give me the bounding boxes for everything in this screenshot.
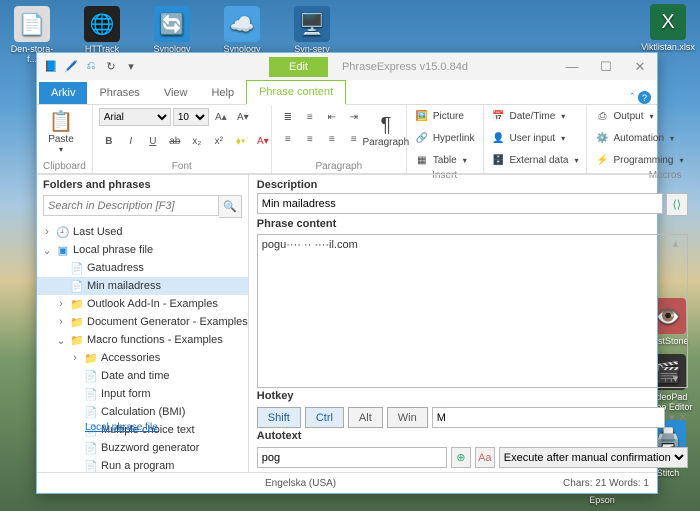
phrase-content-editor[interactable]: pogu···· ·· ····il.com ▴▾: [257, 234, 688, 388]
qat-save-icon[interactable]: 🖊️: [63, 59, 79, 75]
italic-button[interactable]: I: [121, 131, 141, 151]
shrink-font-icon[interactable]: A▾: [233, 107, 253, 127]
hotkey-dropdown-icon[interactable]: ▾: [669, 411, 675, 424]
autotext-add-icon[interactable]: ⊕: [451, 447, 471, 468]
number-list-icon[interactable]: ≡: [300, 107, 320, 127]
bold-button[interactable]: B: [99, 131, 119, 151]
externaldata-menu[interactable]: 🗄️External data▾: [490, 151, 581, 169]
font-size-select[interactable]: 10: [173, 108, 209, 126]
userinput-menu[interactable]: 👤User input▾: [490, 129, 568, 147]
description-input[interactable]: [257, 193, 663, 214]
autotext-input[interactable]: [257, 447, 447, 468]
superscript-button[interactable]: x²: [209, 131, 229, 151]
automation-menu[interactable]: ⚙️Automation▾: [593, 129, 676, 147]
qat-redo-icon[interactable]: ↻: [103, 59, 119, 75]
tree-local-phrase-file[interactable]: ⌄▣Local phrase file: [37, 241, 248, 259]
description-add-icon[interactable]: ⟨⟩: [666, 193, 688, 216]
align-justify-icon[interactable]: ≡: [344, 129, 364, 149]
status-language: Engelska (USA): [265, 478, 336, 489]
insert-table[interactable]: ▦Table▾: [413, 151, 469, 169]
scroll-up-icon[interactable]: ▴: [673, 237, 685, 250]
maximize-button[interactable]: ☐: [589, 56, 623, 78]
context-tab[interactable]: Edit: [269, 57, 328, 77]
group-paragraph-label: Paragraph: [278, 160, 400, 173]
font-color-button[interactable]: A▾: [253, 131, 273, 151]
tree-item-inputform[interactable]: 📄Input form: [37, 385, 248, 403]
group-clipboard-label: Clipboard: [43, 160, 86, 173]
hotkey-key-input[interactable]: [432, 407, 665, 428]
group-font-label: Font: [99, 160, 265, 173]
window-title: PhraseExpress v15.0.84d: [342, 61, 468, 73]
paste-button[interactable]: 📋Paste▾: [43, 107, 79, 155]
hotkey-shift[interactable]: Shift: [257, 407, 301, 428]
hotkey-clear-icon[interactable]: ✕: [679, 411, 688, 424]
grow-font-icon[interactable]: A▴: [211, 107, 231, 127]
autotext-trigger-select[interactable]: Execute after manual confirmation: [499, 447, 688, 468]
hotkey-win[interactable]: Win: [387, 407, 428, 428]
status-bar: Local phrase file Engelska (USA) Chars: …: [37, 472, 657, 493]
font-family-select[interactable]: Arial: [99, 108, 171, 126]
tree-last-used[interactable]: ›🕘Last Used: [37, 223, 248, 241]
tree-item-runprogram[interactable]: 📄Run a program: [37, 457, 248, 472]
tab-phrase-content[interactable]: Phrase content: [246, 80, 346, 105]
qat-dropdown-icon[interactable]: ▾: [123, 59, 139, 75]
tab-phrases[interactable]: Phrases: [87, 82, 151, 104]
hotkey-alt[interactable]: Alt: [348, 407, 383, 428]
highlight-button[interactable]: ⬧▾: [231, 131, 251, 151]
titlebar: 📘 🖊️ ⎌ ↻ ▾ Edit PhraseExpress v15.0.84d …: [37, 53, 657, 80]
ribbon: 📋Paste▾ Clipboard Arial 10 A▴ A▾ B I U a…: [37, 105, 657, 174]
help-icon[interactable]: ?: [638, 91, 651, 104]
status-counts: Chars: 21 Words: 1: [563, 478, 649, 489]
tree-docgen-examples[interactable]: ›📁Document Generator - Examples: [37, 313, 248, 331]
hotkey-label: Hotkey: [257, 390, 688, 402]
right-panel: Description ⟨⟩ Phrase content pogu···· ·…: [249, 175, 696, 472]
underline-button[interactable]: U: [143, 131, 163, 151]
phrase-content-label: Phrase content: [257, 218, 688, 230]
minimize-button[interactable]: —: [555, 56, 589, 78]
left-panel-title: Folders and phrases: [37, 175, 248, 195]
tree-item-datetime[interactable]: 📄Date and time: [37, 367, 248, 385]
paragraph-button[interactable]: ¶Paragraph: [368, 107, 404, 155]
hotkey-ctrl[interactable]: Ctrl: [305, 407, 344, 428]
search-icon[interactable]: 🔍: [219, 195, 242, 218]
scroll-down-icon[interactable]: ▾: [673, 372, 685, 385]
autotext-case-icon[interactable]: Aa: [475, 447, 495, 468]
qat-undo-icon[interactable]: ⎌: [83, 59, 99, 75]
insert-picture[interactable]: 🖼️Picture: [413, 107, 466, 125]
output-menu[interactable]: ⎙Output▾: [593, 107, 655, 125]
tab-help[interactable]: Help: [199, 82, 246, 104]
app-window: 📘 🖊️ ⎌ ↻ ▾ Edit PhraseExpress v15.0.84d …: [36, 52, 658, 494]
description-label: Description: [257, 179, 688, 191]
tree-item-gatuadress[interactable]: 📄Gatuadress: [37, 259, 248, 277]
search-input[interactable]: [43, 195, 219, 216]
align-right-icon[interactable]: ≡: [322, 129, 342, 149]
align-left-icon[interactable]: ≡: [278, 129, 298, 149]
ribbon-tabs: Arkiv Phrases View Help Phrase content ˆ…: [37, 80, 657, 105]
insert-hyperlink[interactable]: 🔗Hyperlink: [413, 129, 477, 147]
datetime-menu[interactable]: 📅Date/Time▾: [490, 107, 568, 125]
strike-button[interactable]: ab: [165, 131, 185, 151]
tab-view[interactable]: View: [152, 82, 200, 104]
indent-icon[interactable]: ⇥: [344, 107, 364, 127]
tree-item-min-mailadress[interactable]: 📄Min mailadress: [37, 277, 248, 295]
align-center-icon[interactable]: ≡: [300, 129, 320, 149]
desktop-icon[interactable]: XViktlistan.xlsx: [642, 4, 694, 52]
app-icon[interactable]: 📘: [43, 59, 59, 75]
programming-menu[interactable]: ⚡Programming▾: [593, 151, 685, 169]
quick-access-toolbar: 📘 🖊️ ⎌ ↻ ▾: [37, 59, 139, 75]
local-phrase-file-link[interactable]: Local phrase file: [79, 418, 164, 437]
tab-file[interactable]: Arkiv: [39, 82, 87, 104]
tree-item-buzzword[interactable]: 📄Buzzword generator: [37, 439, 248, 457]
tree-accessories[interactable]: ›📁Accessories: [37, 349, 248, 367]
bullet-list-icon[interactable]: ≣: [278, 107, 298, 127]
tree-outlook-examples[interactable]: ›📁Outlook Add-In - Examples: [37, 295, 248, 313]
close-button[interactable]: ✕: [623, 56, 657, 78]
ribbon-collapse-icon[interactable]: ˆ: [630, 92, 634, 104]
tree-macro-examples[interactable]: ⌄📁Macro functions - Examples: [37, 331, 248, 349]
subscript-button[interactable]: x₂: [187, 131, 207, 151]
autotext-label: Autotext: [257, 430, 688, 442]
outdent-icon[interactable]: ⇤: [322, 107, 342, 127]
